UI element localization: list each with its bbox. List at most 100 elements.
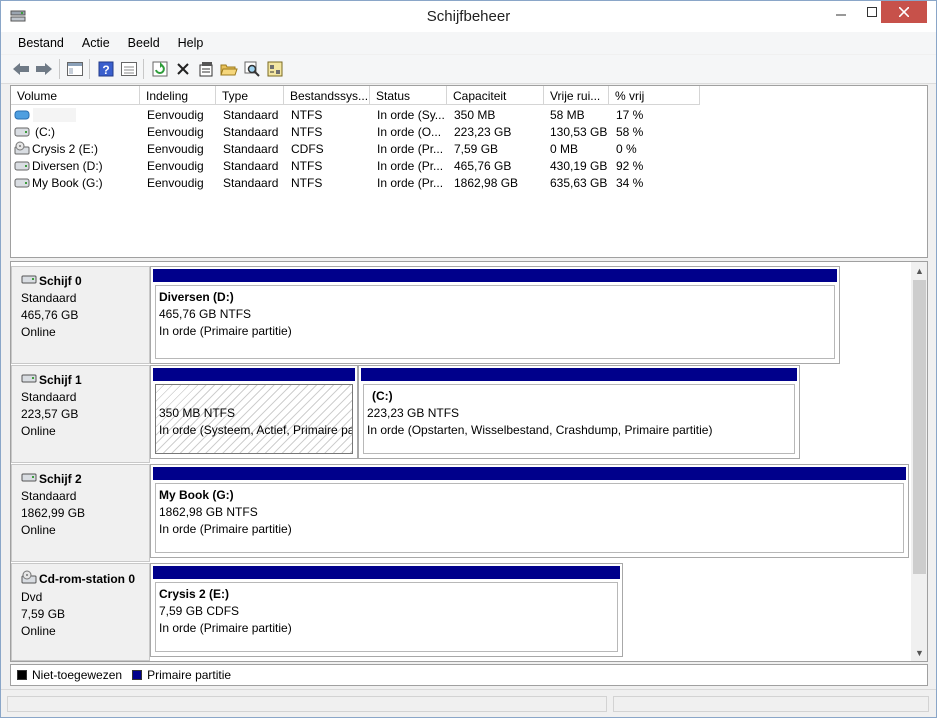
disk-name: Schijf 2: [21, 471, 149, 486]
table-row[interactable]: (C:) Eenvoudig Standaard NTFS In orde (O…: [11, 123, 927, 140]
partition-body: (C:) 223,23 GB NTFS In orde (Opstarten, …: [363, 384, 795, 454]
column-header-capaciteit[interactable]: Capaciteit: [447, 86, 544, 105]
partition-bar: [153, 467, 906, 480]
menu-beeld[interactable]: Beeld: [119, 36, 169, 50]
file-system: NTFS: [291, 159, 323, 173]
disk-size: 1862,99 GB: [21, 506, 86, 520]
settings-icon[interactable]: [265, 59, 285, 79]
pct-free: 17 %: [616, 108, 644, 122]
scroll-down-icon[interactable]: ▼: [911, 644, 927, 661]
volume-name: Crysis 2 (E:): [32, 142, 98, 156]
table-row[interactable]: Crysis 2 (E:) Eenvoudig Standaard CDFS I…: [11, 140, 927, 157]
menu-help[interactable]: Help: [169, 36, 213, 50]
disk-view-scrollbar[interactable]: ▲ ▼: [911, 262, 927, 661]
partition-bar: [153, 269, 837, 282]
indeling: Eenvoudig: [147, 159, 204, 173]
scrollbar-thumb[interactable]: [913, 280, 926, 574]
partition-body: My Book (G:) 1862,98 GB NTFS In orde (Pr…: [155, 483, 904, 553]
type: Standaard: [223, 142, 279, 156]
forward-arrow-icon[interactable]: [34, 59, 54, 79]
minimize-button[interactable]: [827, 1, 855, 23]
partition-body: Crysis 2 (E:) 7,59 GB CDFS In orde (Prim…: [155, 582, 618, 652]
volume-list: Volume Indeling Type Bestandssys... Stat…: [10, 85, 928, 258]
disk-name-text: Schijf 1: [39, 372, 82, 387]
capacity: 7,59 GB: [454, 142, 499, 156]
indeling: Eenvoudig: [147, 108, 204, 122]
column-header-bestandssysteem[interactable]: Bestandssys...: [284, 86, 370, 105]
partition-system-reserved[interactable]: 350 MB NTFS In orde (Systeem, Actief, Pr…: [150, 365, 358, 459]
drive-icon: [14, 126, 30, 141]
type: Standaard: [223, 125, 279, 139]
svg-text:?: ?: [102, 63, 109, 77]
disk-row-schijf-0: Schijf 0 Standaard 465,76 GB Online Dive…: [11, 266, 911, 365]
column-header-vrije-ruimte[interactable]: Vrije rui...: [544, 86, 609, 105]
scroll-up-icon[interactable]: ▲: [911, 262, 927, 279]
disk-label-schijf-1[interactable]: Schijf 1 Standaard 223,57 GB Online: [11, 365, 150, 463]
menu-bestand[interactable]: Bestand: [9, 36, 73, 50]
close-button[interactable]: [881, 1, 927, 23]
cdrom-icon: [21, 570, 37, 587]
partition-name: Crysis 2 (E:): [159, 587, 230, 601]
file-system: NTFS: [291, 125, 323, 139]
delete-icon[interactable]: [173, 59, 193, 79]
search-icon[interactable]: [242, 59, 262, 79]
partition-my-book[interactable]: My Book (G:) 1862,98 GB NTFS In orde (Pr…: [150, 464, 909, 558]
help-icon[interactable]: ?: [96, 59, 116, 79]
console-icon[interactable]: [65, 59, 85, 79]
partition-size: 350 MB NTFS: [159, 406, 236, 420]
volume-name: (C:): [35, 125, 55, 139]
disk-size: 465,76 GB: [21, 308, 79, 322]
back-arrow-icon[interactable]: [11, 59, 31, 79]
pct-free: 0 %: [616, 142, 637, 156]
column-header-pct-vrij[interactable]: % vrij: [609, 86, 700, 105]
partition-crysis[interactable]: Crysis 2 (E:) 7,59 GB CDFS In orde (Prim…: [150, 563, 623, 657]
disk-label-schijf-0[interactable]: Schijf 0 Standaard 465,76 GB Online: [11, 266, 150, 364]
disk-row-cdrom-0: Cd-rom-station 0 Dvd 7,59 GB Online Crys…: [11, 563, 911, 661]
partition-diversen[interactable]: Diversen (D:) 465,76 GB NTFS In orde (Pr…: [150, 266, 840, 364]
disk-label-schijf-2[interactable]: Schijf 2 Standaard 1862,99 GB Online: [11, 464, 150, 562]
partition-size: 1862,98 GB NTFS: [159, 505, 258, 519]
view-list-icon[interactable]: [119, 59, 139, 79]
table-row[interactable]: Diversen (D:) Eenvoudig Standaard NTFS I…: [11, 157, 927, 174]
open-folder-icon[interactable]: [219, 59, 239, 79]
file-system: NTFS: [291, 176, 323, 190]
capacity: 350 MB: [454, 108, 496, 122]
type: Standaard: [223, 108, 279, 122]
drive-icon: [14, 160, 30, 175]
free-space: 635,63 GB: [550, 176, 608, 190]
partition-body: Diversen (D:) 465,76 GB NTFS In orde (Pr…: [155, 285, 835, 359]
partition-status: In orde (Primaire partitie): [159, 324, 292, 338]
partition-c[interactable]: (C:) 223,23 GB NTFS In orde (Opstarten, …: [358, 365, 800, 459]
status-pane: [613, 696, 929, 712]
free-space: 130,53 GB: [550, 125, 608, 139]
column-header-status[interactable]: Status: [370, 86, 447, 105]
partition-status: In orde (Systeem, Actief, Primaire pa: [159, 423, 353, 437]
partition-status: In orde (Primaire partitie): [159, 621, 292, 635]
pct-free: 34 %: [616, 176, 644, 190]
column-header-volume[interactable]: Volume: [11, 86, 140, 105]
status: In orde (Pr...: [377, 176, 444, 190]
column-header-indeling[interactable]: Indeling: [140, 86, 216, 105]
table-row[interactable]: Eenvoudig Standaard NTFS In orde (Sy... …: [11, 106, 927, 123]
partition-name: Diversen (D:): [159, 290, 234, 304]
partition-name: (C:): [372, 389, 393, 403]
volume-blue-icon: [14, 109, 30, 124]
table-row[interactable]: My Book (G:) Eenvoudig Standaard NTFS In…: [11, 174, 927, 191]
toolbar-separator: [143, 59, 144, 79]
disk-state: Online: [21, 523, 56, 537]
status: In orde (O...: [377, 125, 442, 139]
toolbar: ?: [1, 55, 936, 84]
partition-name: My Book (G:): [159, 488, 234, 502]
indeling: Eenvoudig: [147, 142, 204, 156]
properties-icon[interactable]: [196, 59, 216, 79]
menu-actie[interactable]: Actie: [73, 36, 119, 50]
disk-label-cdrom-0[interactable]: Cd-rom-station 0 Dvd 7,59 GB Online: [11, 563, 150, 661]
disk-type: Standaard: [21, 489, 77, 503]
file-system: CDFS: [291, 142, 324, 156]
pct-free: 92 %: [616, 159, 644, 173]
refresh-icon[interactable]: [150, 59, 170, 79]
disk-management-window: Schijfbeheer Bestand Actie Beeld Help ?: [0, 0, 937, 718]
column-header-type[interactable]: Type: [216, 86, 284, 105]
partition-size: 465,76 GB NTFS: [159, 307, 252, 321]
disk-name: Cd-rom-station 0: [21, 570, 149, 587]
